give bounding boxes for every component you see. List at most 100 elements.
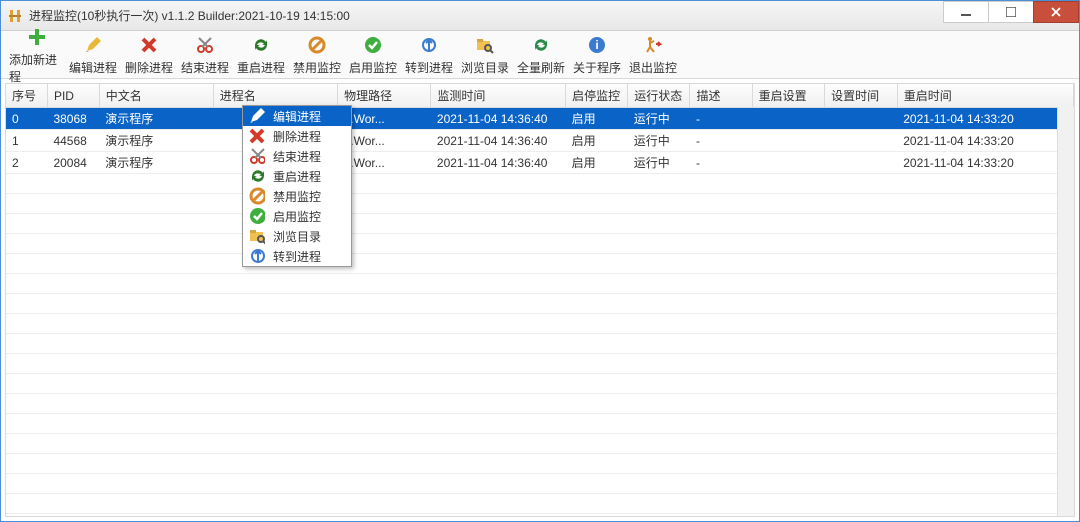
cell-stime [825,108,898,130]
scissors-icon [249,148,265,164]
context-menu[interactable]: 编辑进程删除进程结束进程重启进程禁用监控启用监控浏览目录转到进程 [242,105,352,267]
column-header[interactable]: 重启设置 [752,84,825,108]
close-button[interactable] [1033,1,1079,23]
toolbar-label: 重启进程 [237,59,285,76]
toolbar-label: 退出监控 [629,59,677,76]
vertical-scrollbar[interactable] [1057,107,1074,516]
x-red-icon [137,33,161,57]
column-header[interactable]: 进程名 [213,84,337,108]
toolbar-label: 添加新进程 [9,51,65,85]
check-green-icon [249,208,265,224]
context-menu-label: 结束进程 [273,148,321,165]
pencil-icon [249,108,265,124]
context-menu-label: 启用监控 [273,208,321,225]
empty-row [6,434,1074,454]
context-menu-item[interactable]: 结束进程 [243,146,351,166]
table-row[interactable]: 038068演示程序...Wor...2021-11-04 14:36:40启用… [6,108,1074,130]
cell-status: 运行中 [628,108,690,130]
empty-row [6,354,1074,374]
context-menu-item[interactable]: 编辑进程 [243,106,351,126]
scissors-icon [193,33,217,57]
window-controls [944,1,1079,30]
toolbar-item[interactable]: 编辑进程 [65,33,121,76]
column-header[interactable]: 监测时间 [431,84,566,108]
arrow-convert-icon [249,248,265,264]
toolbar-item[interactable]: 全量刷新 [513,33,569,76]
toolbar-label: 编辑进程 [69,59,117,76]
context-menu-item[interactable]: 浏览目录 [243,226,351,246]
toolbar-item[interactable]: 转到进程 [401,33,457,76]
context-menu-item[interactable]: 启用监控 [243,206,351,226]
cell-rtime: 2021-11-04 14:33:20 [897,130,1073,152]
context-menu-item[interactable]: 删除进程 [243,126,351,146]
cell-status: 运行中 [628,130,690,152]
toolbar-label: 浏览目录 [461,59,509,76]
context-menu-label: 浏览目录 [273,228,321,245]
empty-row [6,254,1074,274]
minimize-button[interactable] [943,1,989,23]
toolbar-item[interactable]: 浏览目录 [457,33,513,76]
empty-row [6,374,1074,394]
column-header[interactable]: 描述 [690,84,752,108]
column-header[interactable]: 中文名 [99,84,213,108]
column-header[interactable]: 重启时间 [897,84,1073,108]
table-row[interactable]: 144568演示程序...Wor...2021-11-04 14:36:40启用… [6,130,1074,152]
cell-rset [752,130,825,152]
context-menu-label: 禁用监控 [273,188,321,205]
empty-row [6,214,1074,234]
toolbar: 添加新进程编辑进程删除进程结束进程重启进程禁用监控启用监控转到进程浏览目录全量刷… [1,31,1079,79]
cell-desc: - [690,152,752,174]
empty-row [6,394,1074,414]
x-red-icon [249,128,265,144]
context-menu-label: 删除进程 [273,128,321,145]
table-header-row[interactable]: 序号PID中文名进程名物理路径监测时间启停监控运行状态描述重启设置设置时间重启时… [6,84,1074,108]
cell-pause: 启用 [566,108,628,130]
toolbar-label: 结束进程 [181,59,229,76]
check-green-icon [361,33,385,57]
cell-status: 运行中 [628,152,690,174]
context-menu-item[interactable]: 重启进程 [243,166,351,186]
titlebar[interactable]: 进程监控(10秒执行一次) v1.1.2 Builder:2021-10-19 … [1,1,1079,31]
empty-row [6,174,1074,194]
column-header[interactable]: 物理路径 [338,84,431,108]
toolbar-item[interactable]: 退出监控 [625,33,681,76]
toolbar-item[interactable]: 结束进程 [177,33,233,76]
column-header[interactable]: 运行状态 [628,84,690,108]
empty-row [6,474,1074,494]
cell-pid: 20084 [47,152,99,174]
refresh-blue-icon [249,168,265,184]
app-icon [7,8,23,24]
context-menu-item[interactable]: 转到进程 [243,246,351,266]
column-header[interactable]: 序号 [6,84,47,108]
info-icon: i [585,33,609,57]
forbid-icon [305,33,329,57]
refresh-blue-icon [249,33,273,57]
column-header[interactable]: PID [47,84,99,108]
cell-stime [825,152,898,174]
context-menu-label: 转到进程 [273,248,321,265]
table-row[interactable]: 220084演示程序...Wor...2021-11-04 14:36:40启用… [6,152,1074,174]
cell-seq: 2 [6,152,47,174]
toolbar-item[interactable]: 添加新进程 [9,25,65,85]
context-menu-item[interactable]: 禁用监控 [243,186,351,206]
column-header[interactable]: 启停监控 [566,84,628,108]
maximize-button[interactable] [988,1,1034,23]
cell-mtime: 2021-11-04 14:36:40 [431,152,566,174]
empty-row [6,194,1074,214]
toolbar-label: 启用监控 [349,59,397,76]
toolbar-item[interactable]: 禁用监控 [289,33,345,76]
cell-cname: 演示程序 [99,152,213,174]
toolbar-item[interactable]: i关于程序 [569,33,625,76]
toolbar-item[interactable]: 启用监控 [345,33,401,76]
empty-row [6,494,1074,514]
window-title: 进程监控(10秒执行一次) v1.1.2 Builder:2021-10-19 … [29,7,350,24]
arrow-convert-icon [417,33,441,57]
toolbar-item[interactable]: 重启进程 [233,33,289,76]
cell-pause: 启用 [566,130,628,152]
cell-stime [825,130,898,152]
empty-row [6,454,1074,474]
toolbar-item[interactable]: 删除进程 [121,33,177,76]
process-table[interactable]: 序号PID中文名进程名物理路径监测时间启停监控运行状态描述重启设置设置时间重启时… [6,84,1074,517]
cell-mtime: 2021-11-04 14:36:40 [431,108,566,130]
column-header[interactable]: 设置时间 [825,84,898,108]
